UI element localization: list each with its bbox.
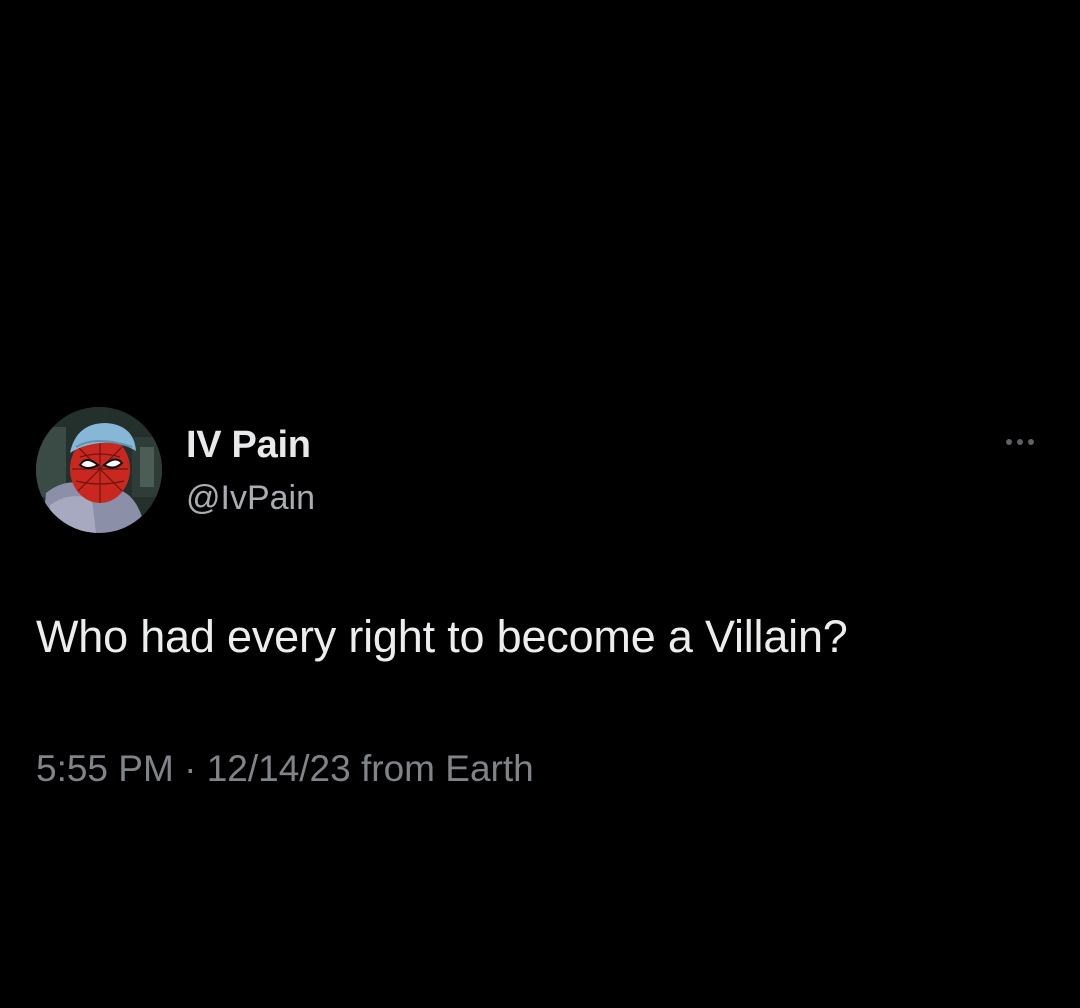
tweet-text: Who had every right to become a Villain? xyxy=(36,611,848,662)
author-display-name[interactable]: IV Pain xyxy=(186,424,311,467)
author-avatar[interactable] xyxy=(36,407,162,533)
author-handle[interactable]: @IvPain xyxy=(186,479,315,518)
more-options-button[interactable] xyxy=(996,430,1044,454)
tweet-time[interactable]: 5:55 PM xyxy=(36,748,174,789)
tweet-date-location: 12/14/23 from Earth xyxy=(206,748,534,789)
more-options-icon xyxy=(1006,439,1034,445)
tweet-metadata: 5:55 PM · 12/14/23 from Earth xyxy=(36,748,534,790)
meta-separator: · xyxy=(173,748,207,789)
tweet-card: IV Pain @IvPain Who had every right to b… xyxy=(0,0,1080,1008)
spider-man-avatar-icon xyxy=(36,407,162,533)
